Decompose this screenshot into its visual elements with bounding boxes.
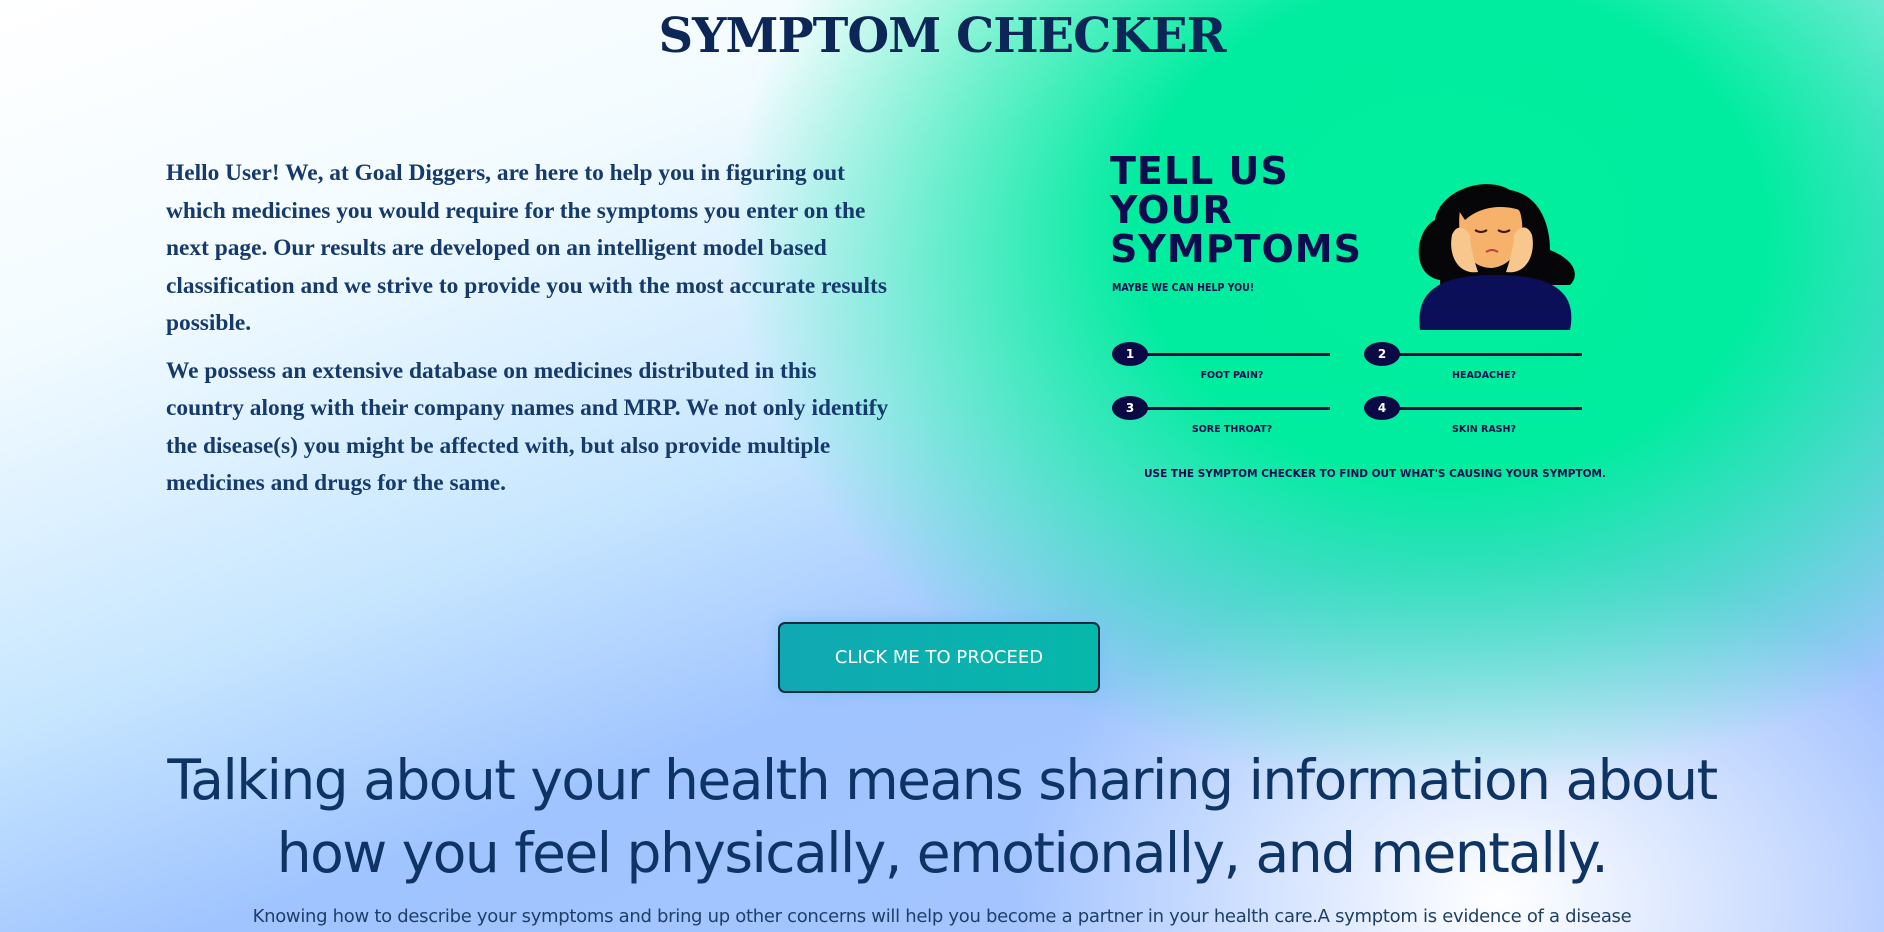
intro-paragraph-1: Hello User! We, at Goal Diggers, are her… [166, 160, 887, 336]
step-label: FOOT PAIN? [1200, 370, 1264, 381]
step-label: SKIN RASH? [1452, 424, 1516, 435]
step-line [1392, 407, 1582, 410]
proceed-button[interactable]: CLICK ME TO PROCEED [778, 622, 1100, 693]
step-2: 2 HEADACHE? [1364, 342, 1584, 382]
step-line [1392, 353, 1582, 356]
health-quote-line-1: Talking about your health means sharing … [167, 748, 1718, 812]
step-label: HEADACHE? [1452, 370, 1516, 381]
page-title: SYMPTOM CHECKER [658, 8, 1226, 64]
health-quote-line-2: how you feel physically, emotionally, an… [276, 821, 1609, 885]
health-quote: Talking about your health means sharing … [0, 744, 1884, 890]
poster-subheading: MAYBE WE CAN HELP YOU! [1112, 282, 1255, 294]
step-4: 4 SKIN RASH? [1364, 396, 1584, 436]
step-line [1140, 407, 1330, 410]
intro-text: Hello User! We, at Goal Diggers, are her… [166, 155, 896, 513]
step-label: SORE THROAT? [1191, 424, 1273, 435]
symptoms-poster: TELL US YOUR SYMPTOMS MAYBE WE CAN HELP … [1100, 150, 1620, 490]
worried-woman-illustration [1418, 184, 1575, 330]
poster-heading-line-1: TELL US [1110, 149, 1289, 193]
poster-heading: TELL US YOUR SYMPTOMS [1110, 152, 1362, 269]
poster-footer: USE THE SYMPTOM CHECKER TO FIND OUT WHAT… [1144, 468, 1606, 480]
intro-paragraph-2: We possess an extensive database on medi… [166, 357, 889, 497]
poster-heading-line-2: YOUR [1110, 188, 1233, 232]
description-text: Knowing how to describe your symptoms an… [252, 906, 1632, 927]
step-line [1140, 353, 1330, 356]
poster-heading-line-3: SYMPTOMS [1110, 227, 1362, 271]
step-1: 1 FOOT PAIN? [1112, 342, 1332, 382]
step-3: 3 SORE THROAT? [1112, 396, 1332, 436]
